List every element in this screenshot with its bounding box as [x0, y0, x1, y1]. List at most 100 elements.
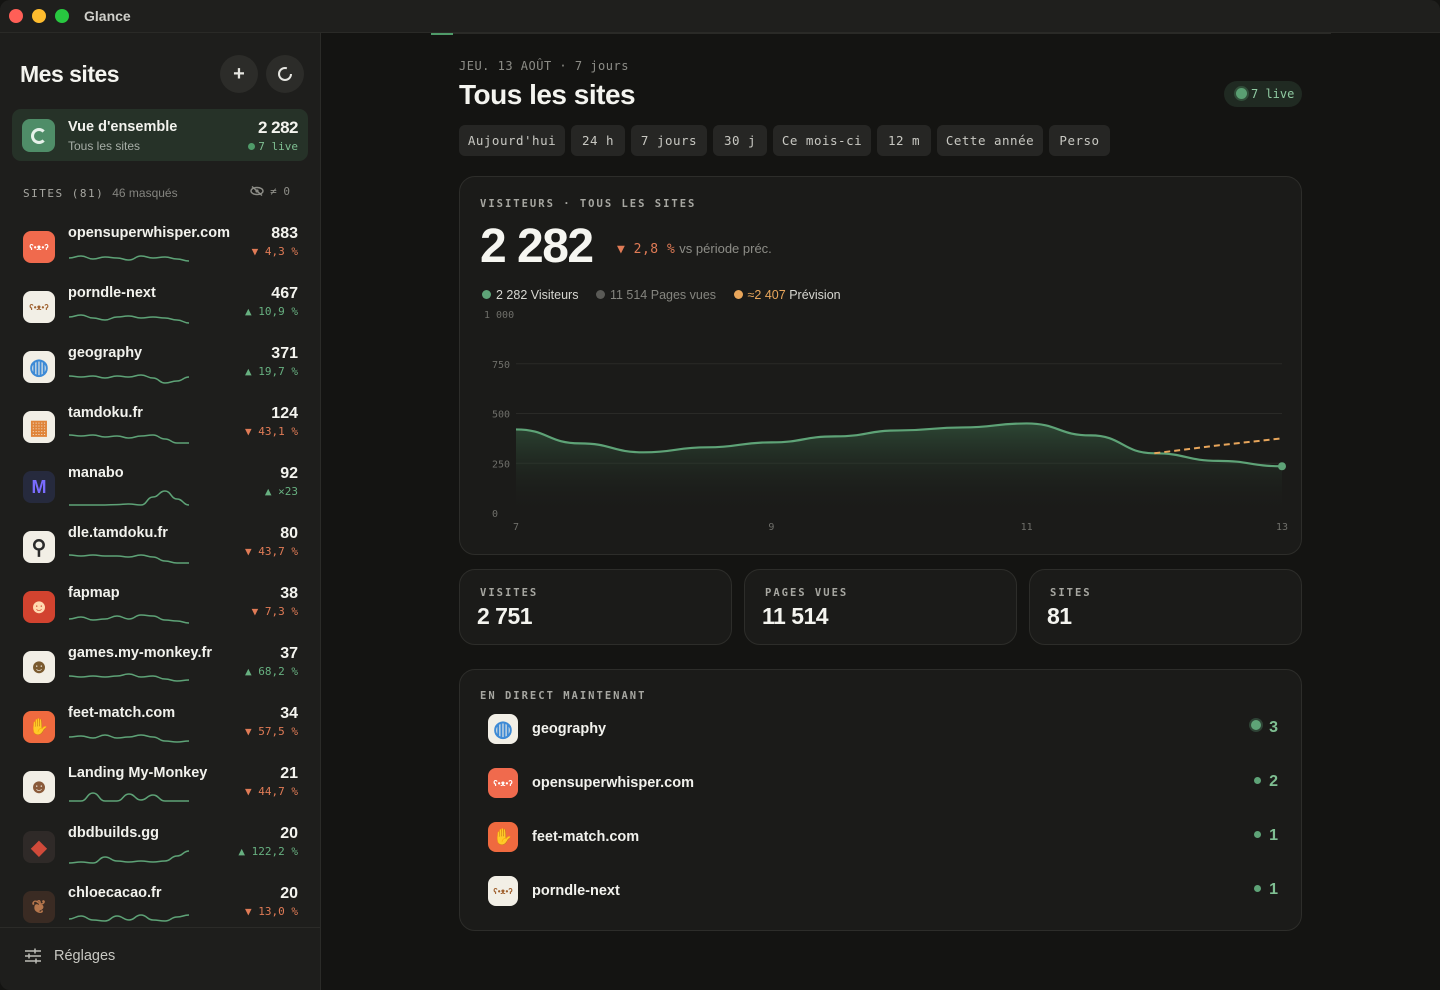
tab-30days[interactable]: 30 j	[713, 125, 767, 156]
sparkline	[68, 255, 190, 262]
live-now-site-name: geography	[532, 721, 607, 737]
live-now-count: 1	[1254, 827, 1278, 845]
site-row[interactable]: ☻ games.my-monkey.fr 37 ▲ 68,2 %	[20, 643, 302, 703]
overview-live: 7 live	[248, 140, 298, 153]
legend-pageviews[interactable]: 11 514 Pages vues	[595, 288, 716, 302]
eye-off-icon	[249, 185, 264, 197]
m-letter-icon: M	[23, 471, 55, 503]
visitors-card: VISITEURS · TOUS LES SITES 2 282 ▼ 2,8 %…	[459, 176, 1302, 555]
x-tick-label: 9	[768, 522, 774, 533]
tab-this-month[interactable]: Ce mois-ci	[773, 125, 871, 156]
x-tick-label: 11	[1021, 522, 1033, 533]
site-row[interactable]: ☻ Landing My-Monkey 21 ▼ 44,7 %	[20, 763, 302, 823]
stat-value: 11 514	[762, 603, 829, 629]
add-site-button[interactable]: +	[220, 55, 258, 93]
legend-forecast[interactable]: ≈2 407 Prévision	[733, 288, 841, 302]
stat-label: SITES	[1050, 587, 1092, 599]
refresh-icon	[278, 67, 292, 81]
overview-item[interactable]: Vue d'ensemble Tous les sites 2 282 7 li…	[12, 109, 308, 161]
site-visitors: 371	[271, 345, 298, 362]
stat-value: 2 751	[477, 603, 533, 629]
sparkline	[68, 850, 190, 864]
page-title: Tous les sites	[459, 79, 636, 110]
close-window-button[interactable]	[9, 9, 23, 23]
site-name: dle.tamdoku.fr	[68, 525, 168, 541]
sparkline-path	[68, 673, 190, 682]
site-name: tamdoku.fr	[68, 405, 143, 421]
sparkline	[68, 434, 189, 444]
visitors-chart[interactable]: 0 250 500 750 1 000 7 9 11 13	[460, 302, 1303, 542]
zoom-window-button[interactable]	[55, 9, 69, 23]
monkey-icon: ☻	[23, 771, 55, 803]
site-delta: ▲ ×23	[264, 485, 298, 498]
live-now-row[interactable]: ✋ feet-match.com 1	[488, 822, 1278, 856]
site-row[interactable]: ◍ geography 371 ▲ 19,7 %	[20, 343, 302, 403]
visitors-total: 2 282	[480, 220, 594, 273]
tab-today[interactable]: Aujourd'hui	[459, 125, 565, 156]
live-now-count: 3	[1251, 719, 1278, 737]
site-row[interactable]: ✋ feet-match.com 34 ▼ 57,5 %	[20, 703, 302, 763]
sparkline-path	[68, 554, 189, 564]
live-dot-icon	[1251, 720, 1262, 730]
live-now-row[interactable]: ʕ•ᴥ•ʔ opensuperwhisper.com 2	[488, 768, 1278, 802]
tab-this-year[interactable]: Cette année	[937, 125, 1043, 156]
legend-visitors[interactable]: 2 282 Visiteurs	[482, 288, 578, 302]
refresh-button[interactable]	[266, 55, 304, 93]
sites-header: SITES (81) 46 masqués	[23, 186, 178, 200]
tab-24h[interactable]: 24 h	[571, 125, 625, 156]
live-now-row[interactable]: ◍ geography 3	[488, 714, 1278, 748]
site-delta: ▲ 19,7 %	[245, 365, 298, 378]
site-name: geography	[68, 345, 143, 361]
sparkline	[68, 374, 190, 384]
site-delta: ▲ 68,2 %	[245, 665, 298, 678]
live-now-card: EN DIRECT MAINTENANT ◍ geography 3 ʕ•ᴥ•ʔ ope…	[459, 669, 1302, 931]
app-title: Glance	[84, 8, 131, 24]
live-badge: 7 live	[1224, 81, 1302, 107]
live-dot-icon	[1254, 777, 1262, 784]
hidden-filter-toggle[interactable]: ≠ 0	[249, 185, 290, 198]
globe-icon: ◍	[488, 714, 518, 744]
sparkline-path	[68, 255, 190, 262]
site-row[interactable]: ʕ•ᴥ•ʔ porndle-next 467 ▲ 10,9 %	[20, 283, 302, 343]
tab-custom[interactable]: Perso	[1049, 125, 1110, 156]
forecast-line	[1154, 437, 1283, 455]
sparkline	[68, 734, 190, 743]
site-name: chloecacao.fr	[68, 885, 162, 901]
sparkline	[68, 490, 190, 506]
sparkline	[68, 673, 190, 682]
live-now-site-name: feet-match.com	[532, 829, 640, 845]
site-row[interactable]: ʕ•ᴥ•ʔ opensuperwhisper.com 883 ▼ 4,3 %	[20, 223, 302, 283]
site-row[interactable]: ⚲ dle.tamdoku.fr 80 ▼ 43,7 %	[20, 523, 302, 583]
site-row[interactable]: Mmanabo 92 ▲ ×23	[20, 463, 302, 523]
site-visitors: 34	[280, 705, 298, 722]
magnifier-icon: ⚲	[23, 531, 55, 563]
y-tick-label: 0	[492, 509, 498, 520]
site-visitors: 124	[271, 405, 298, 422]
sparkline	[68, 914, 190, 922]
tab-12m[interactable]: 12 m	[877, 125, 931, 156]
sparkline	[68, 314, 190, 324]
sparkline	[68, 554, 189, 564]
bear-icon: ʕ•ᴥ•ʔ	[23, 291, 55, 323]
monkey-red-icon: ☻	[23, 591, 55, 623]
site-row[interactable]: ▦ tamdoku.fr 124 ▼ 43,1 %	[20, 403, 302, 463]
site-row[interactable]: ☻ fapmap 38 ▼ 7,3 %	[20, 583, 302, 643]
sparkline-path	[68, 434, 189, 444]
chart-legend: 2 282 Visiteurs 11 514 Pages vues ≈2 407…	[482, 288, 855, 302]
live-now-row[interactable]: ʕ•ᴥ•ʔ porndle-next 1	[488, 876, 1278, 910]
hidden-count: 46 masqués	[112, 186, 178, 200]
site-delta: ▼ 4,3 %	[251, 245, 298, 258]
site-name: fapmap	[68, 585, 120, 601]
sparkline	[68, 792, 189, 802]
sites-count: SITES (81)	[23, 187, 105, 200]
settings-button[interactable]: Réglages	[0, 927, 320, 990]
tab-7days[interactable]: 7 jours	[631, 125, 707, 156]
foot-icon: ✋	[488, 822, 518, 852]
sparkline-path	[68, 614, 190, 624]
live-dot-icon	[248, 143, 256, 150]
plus-icon: +	[233, 63, 245, 85]
site-visitors: 92	[280, 465, 298, 482]
site-row[interactable]: ◆ dbdbuilds.gg 20 ▲ 122,2 %	[20, 823, 302, 883]
minimize-window-button[interactable]	[32, 9, 46, 23]
cacao-icon: ❦	[23, 891, 55, 923]
